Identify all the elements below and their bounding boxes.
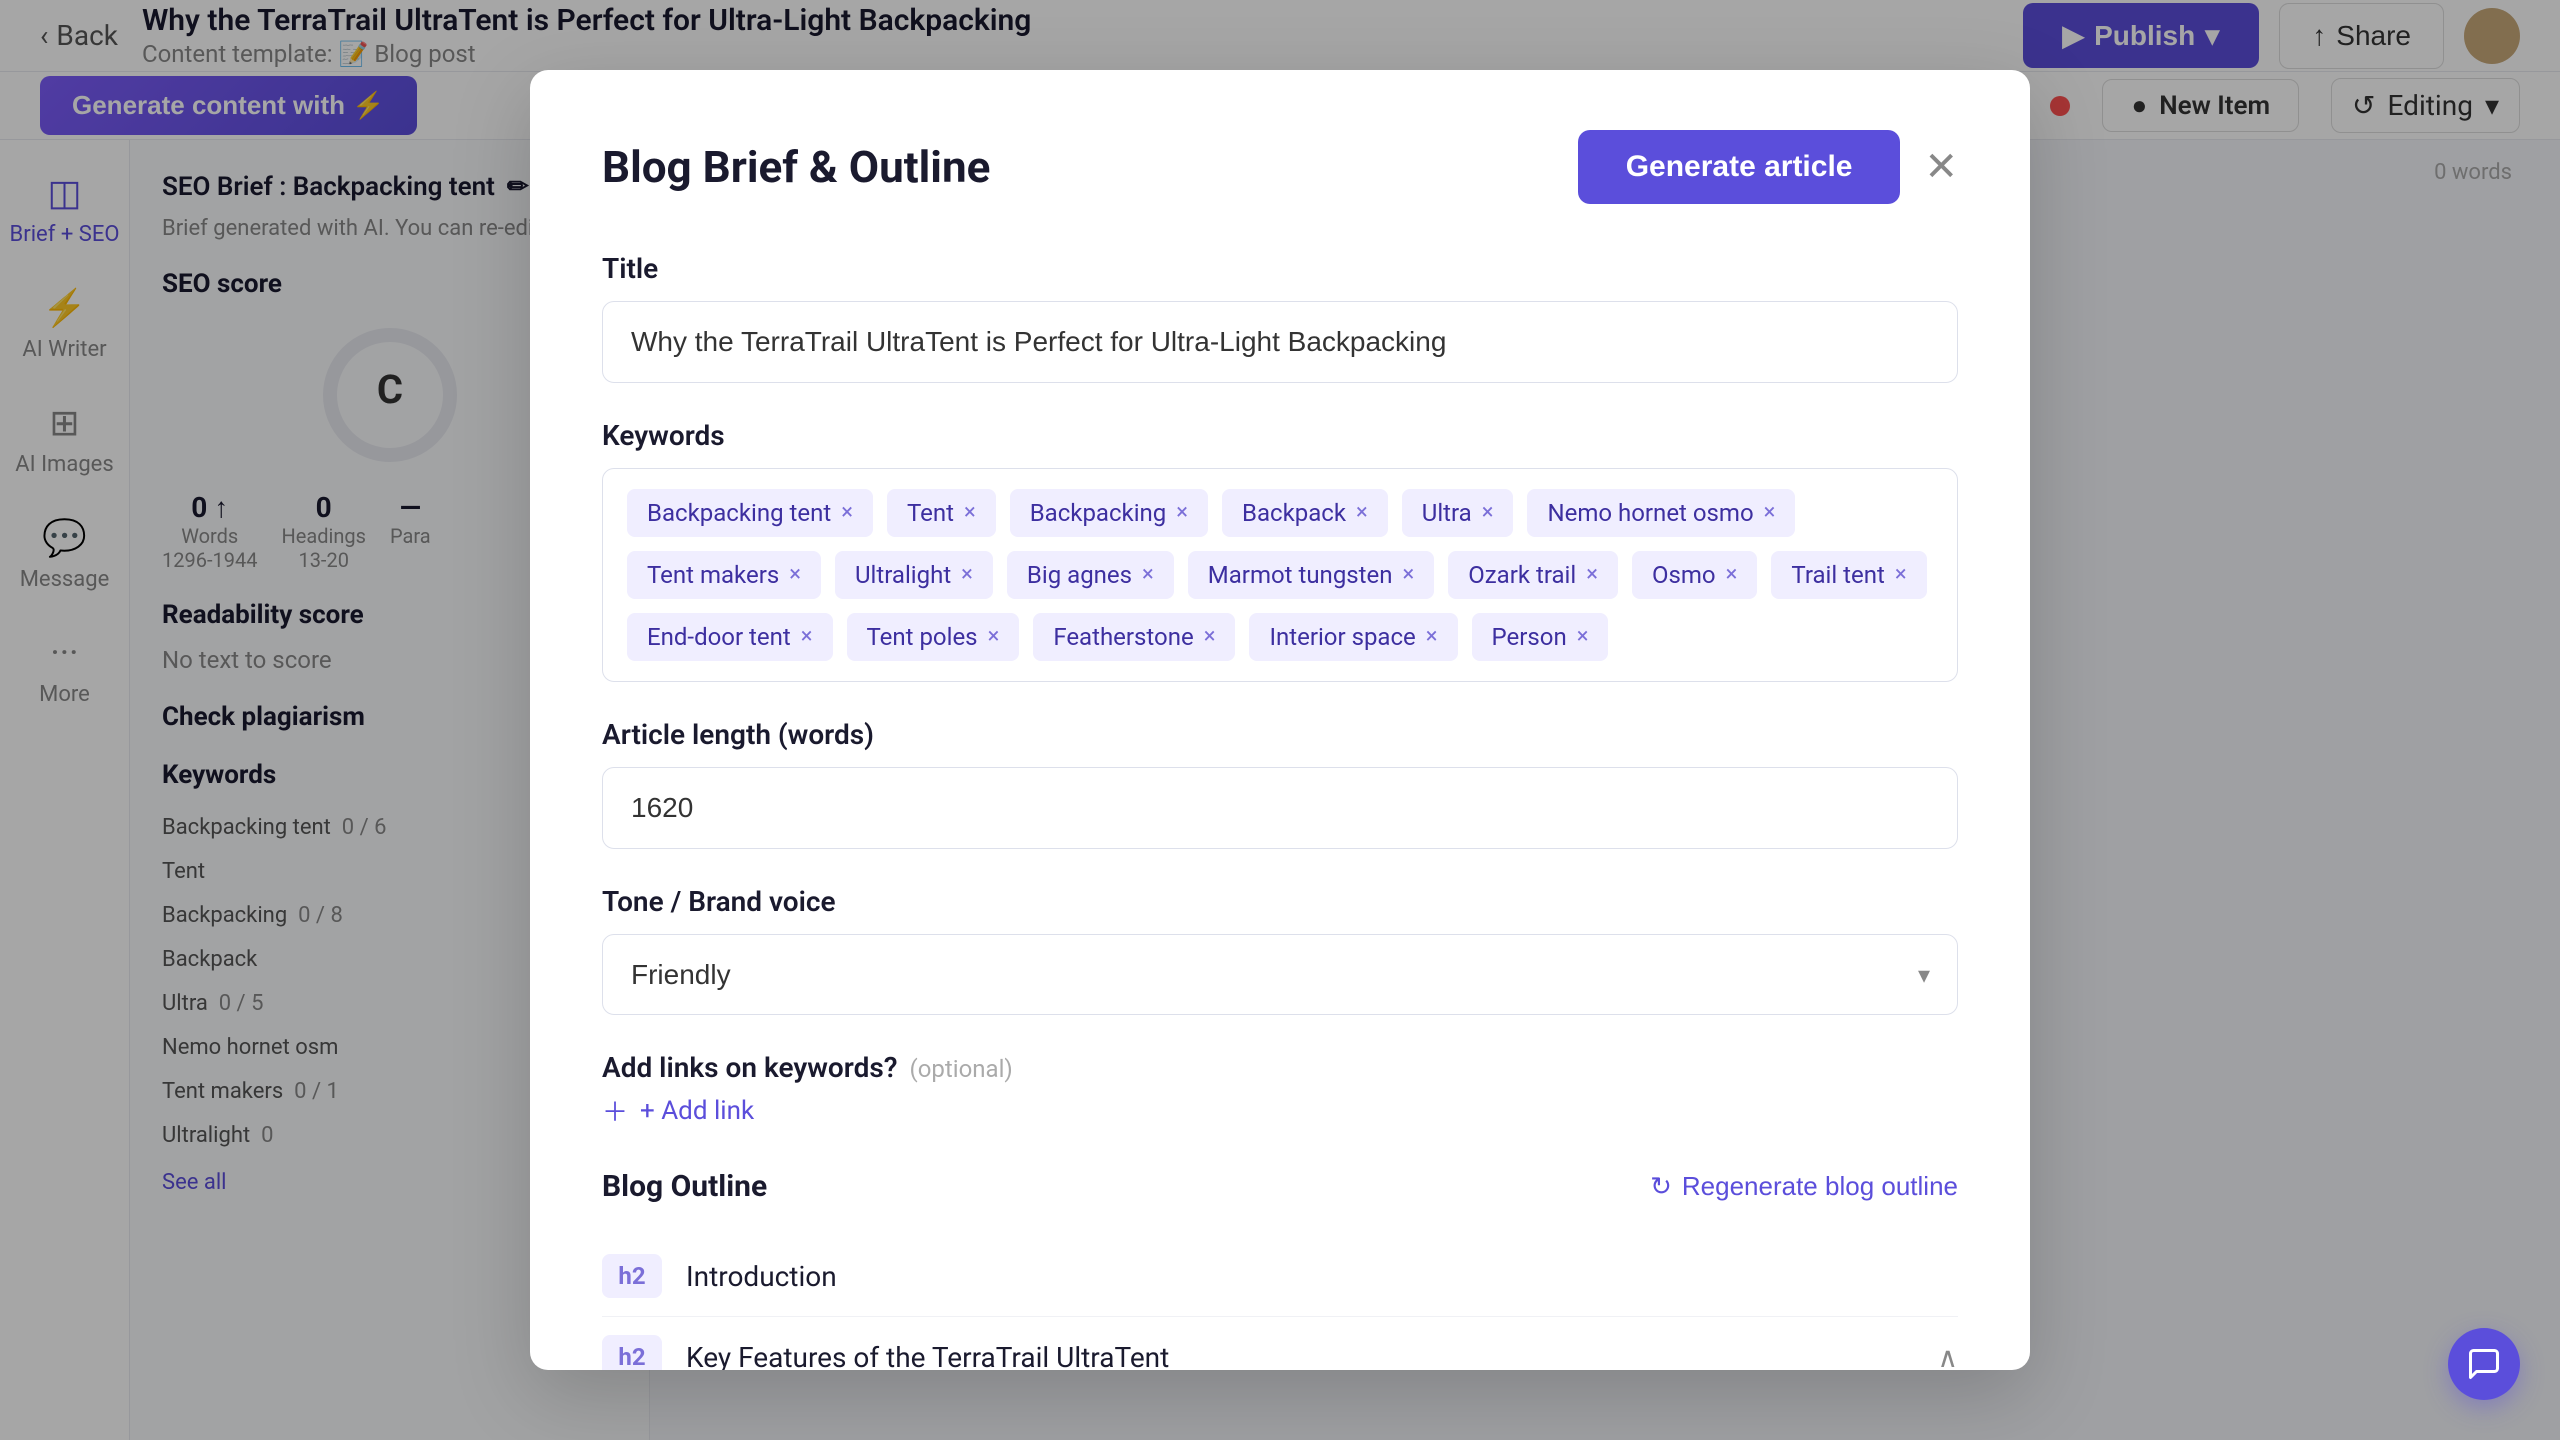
remove-keyword-tent[interactable]: ×	[964, 502, 976, 524]
keyword-tag-interior-space: Interior space ×	[1249, 613, 1457, 661]
plus-icon: ＋	[602, 1092, 628, 1129]
keyword-tag-ultralight: Ultralight ×	[835, 551, 993, 599]
regenerate-outline-button[interactable]: ↻ Regenerate blog outline	[1650, 1171, 1958, 1202]
keywords-box: Backpacking tent × Tent × Backpacking × …	[602, 468, 1958, 682]
keyword-tag-featherstone: Featherstone ×	[1033, 613, 1235, 661]
modal-actions: Generate article ✕	[1578, 130, 1958, 204]
remove-keyword-featherstone[interactable]: ×	[1204, 626, 1216, 648]
add-link-button[interactable]: ＋ + Add link	[602, 1092, 1958, 1129]
generate-article-button[interactable]: Generate article	[1578, 130, 1901, 204]
keyword-tag-backpacking-tent: Backpacking tent ×	[627, 489, 873, 537]
remove-keyword-ozark[interactable]: ×	[1586, 564, 1598, 586]
remove-keyword-ultra[interactable]: ×	[1482, 502, 1494, 524]
keyword-tag-marmot: Marmot tungsten ×	[1188, 551, 1434, 599]
modal-header: Blog Brief & Outline Generate article ✕	[602, 130, 1958, 204]
outline-text-intro: Introduction	[686, 1260, 837, 1293]
keyword-tag-end-door: End-door tent ×	[627, 613, 833, 661]
modal-overlay[interactable]: Blog Brief & Outline Generate article ✕ …	[0, 0, 2560, 1440]
article-length-label: Article length (words)	[602, 718, 1958, 751]
modal-title: Blog Brief & Outline	[602, 141, 990, 193]
keyword-tag-tent-poles: Tent poles ×	[847, 613, 1020, 661]
blog-brief-modal: Blog Brief & Outline Generate article ✕ …	[530, 70, 2030, 1370]
keywords-field-label: Keywords	[602, 419, 1958, 452]
title-input[interactable]	[602, 301, 1958, 383]
close-button[interactable]: ✕	[1924, 147, 1958, 187]
keyword-tag-tent-makers: Tent makers ×	[627, 551, 821, 599]
keyword-tag-backpacking: Backpacking ×	[1010, 489, 1208, 537]
h2-badge-features: h2	[602, 1335, 662, 1370]
keyword-tag-trail-tent: Trail tent ×	[1771, 551, 1926, 599]
tone-select[interactable]: Friendly Professional Casual Formal	[602, 934, 1958, 1015]
refresh-icon: ↻	[1650, 1171, 1672, 1202]
remove-keyword-big-agnes[interactable]: ×	[1142, 564, 1154, 586]
collapse-chevron-icon[interactable]: ∧	[1938, 1341, 1959, 1371]
outline-item-key-features: h2 Key Features of the TerraTrail UltraT…	[602, 1317, 1958, 1370]
title-field-label: Title	[602, 252, 1958, 285]
remove-keyword-end-door[interactable]: ×	[801, 626, 813, 648]
h2-badge-intro: h2	[602, 1254, 662, 1298]
remove-keyword-trail-tent[interactable]: ×	[1895, 564, 1907, 586]
add-links-label: Add links on keywords?	[602, 1051, 898, 1084]
outline-text-features: Key Features of the TerraTrail UltraTent	[686, 1341, 1169, 1371]
remove-keyword-ultralight[interactable]: ×	[961, 564, 973, 586]
keyword-tag-backpack: Backpack ×	[1222, 489, 1388, 537]
outline-title: Blog Outline	[602, 1169, 767, 1204]
remove-keyword-interior-space[interactable]: ×	[1426, 626, 1438, 648]
keyword-tag-ultra: Ultra ×	[1402, 489, 1514, 537]
outline-list: h2 Introduction h2 Key Features of the T…	[602, 1236, 1958, 1370]
remove-keyword-tent-poles[interactable]: ×	[988, 626, 1000, 648]
remove-keyword-backpacking[interactable]: ×	[1176, 502, 1188, 524]
keyword-tag-person: Person ×	[1472, 613, 1609, 661]
outline-item-introduction: h2 Introduction	[602, 1236, 1958, 1317]
add-links-row: Add links on keywords? (optional)	[602, 1051, 1958, 1084]
chat-bubble-button[interactable]	[2448, 1328, 2520, 1400]
keyword-tag-tent: Tent ×	[887, 489, 996, 537]
remove-keyword-osmo[interactable]: ×	[1726, 564, 1738, 586]
tone-label: Tone / Brand voice	[602, 885, 1958, 918]
remove-keyword-marmot[interactable]: ×	[1403, 564, 1415, 586]
add-links-optional: (optional)	[910, 1055, 1013, 1083]
article-length-input[interactable]	[602, 767, 1958, 849]
outline-header: Blog Outline ↻ Regenerate blog outline	[602, 1169, 1958, 1204]
keyword-tag-big-agnes: Big agnes ×	[1007, 551, 1174, 599]
remove-keyword-person[interactable]: ×	[1577, 626, 1589, 648]
keyword-tag-osmo: Osmo ×	[1632, 551, 1757, 599]
remove-keyword-tent-makers[interactable]: ×	[789, 564, 801, 586]
keyword-tag-ozark: Ozark trail ×	[1448, 551, 1618, 599]
remove-keyword-nemo[interactable]: ×	[1764, 502, 1776, 524]
keyword-tag-nemo: Nemo hornet osmo ×	[1527, 489, 1795, 537]
remove-keyword-backpacking-tent[interactable]: ×	[841, 502, 853, 524]
regen-label: Regenerate blog outline	[1682, 1171, 1958, 1202]
remove-keyword-backpack[interactable]: ×	[1356, 502, 1368, 524]
add-link-label: + Add link	[640, 1096, 754, 1126]
tone-select-wrap: Friendly Professional Casual Formal ▾	[602, 934, 1958, 1015]
